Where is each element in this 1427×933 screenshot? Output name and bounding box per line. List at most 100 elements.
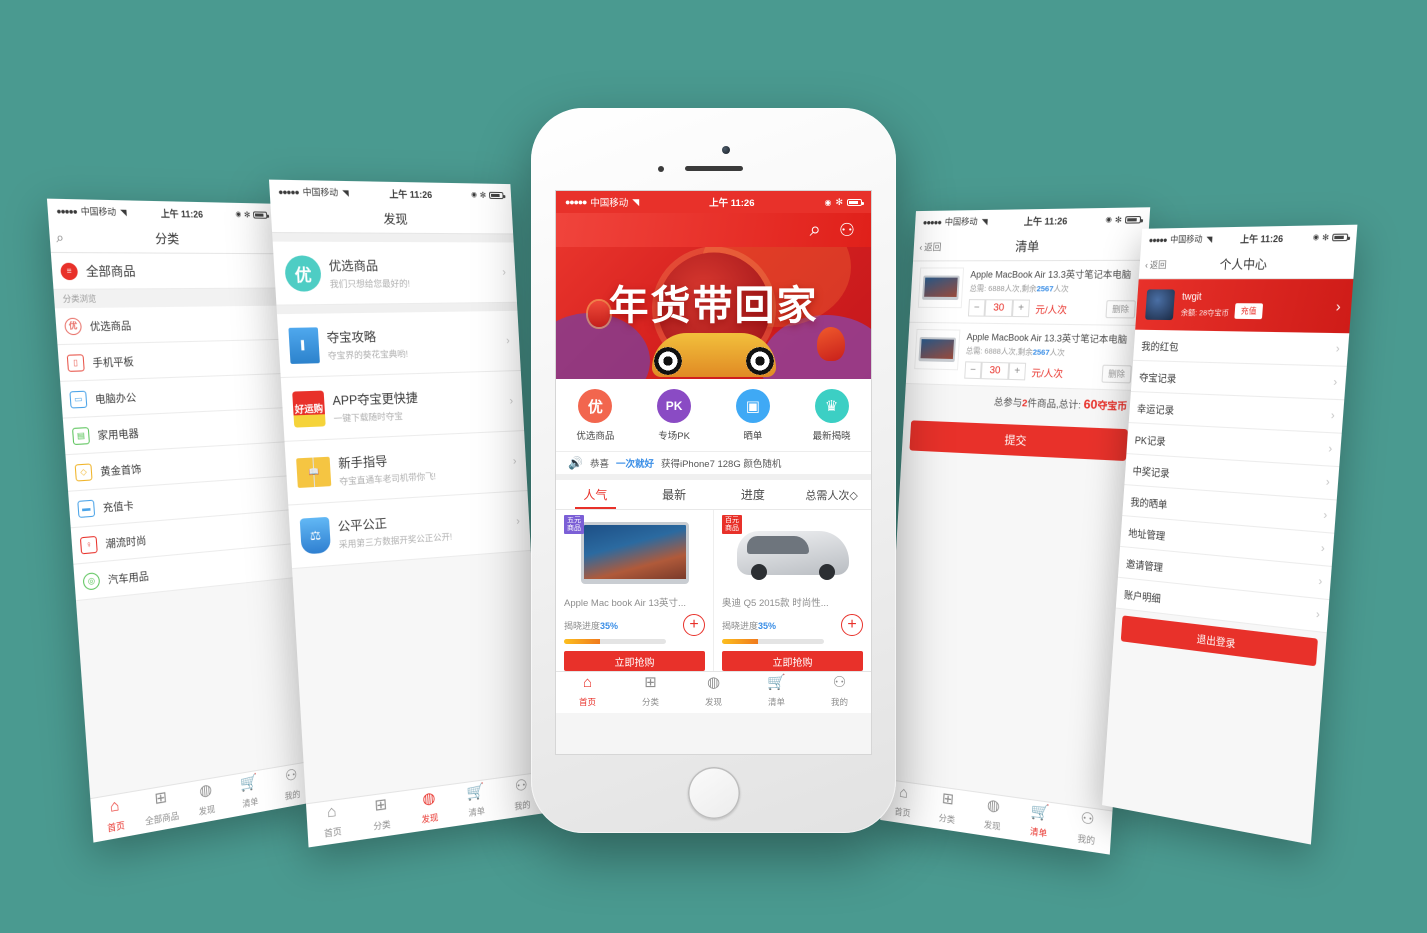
category-item-label: 潮流时尚 bbox=[105, 535, 147, 552]
tab-bar[interactable]: ⌂ 首页 ⊞ 分类 ◍ 发现 🛒 清单 ⚇ 我的 bbox=[556, 671, 871, 713]
chevron-left-icon: ‹ bbox=[919, 241, 923, 252]
product-grid[interactable]: 五元商品 Apple Mac book Air 13英寸... 揭晓进度35% … bbox=[556, 510, 871, 671]
quantity-minus-button[interactable]: − bbox=[967, 299, 986, 317]
submit-button[interactable]: 提交 bbox=[909, 420, 1128, 462]
tabbar-item-mine[interactable]: ⚇ 我的 bbox=[1062, 808, 1113, 852]
home-top-bar: ⌕ ⚇ bbox=[556, 213, 871, 247]
page-title: 清单 bbox=[1014, 239, 1040, 254]
tabbar-item-discover[interactable]: ◍ 发现 bbox=[405, 788, 454, 830]
person-icon[interactable]: ⚇ bbox=[839, 221, 855, 239]
chevron-right-icon: › bbox=[1325, 476, 1331, 490]
phone-screen-category[interactable]: ●●●●● 中国移动 ◥ 上午 11:26 ◉ ✻ ⌕ 分类 ≡ 全部商品 分类… bbox=[46, 198, 314, 843]
tab-total-needed[interactable]: 总需人次◇ bbox=[792, 480, 871, 509]
tabbar-item-category[interactable]: ⊞ 分类 bbox=[356, 794, 407, 837]
avatar bbox=[1145, 289, 1176, 321]
tabbar-item-all[interactable]: ⊞ 全部商品 bbox=[137, 787, 185, 831]
quantity-plus-button[interactable]: + bbox=[1012, 299, 1030, 318]
notice-banner[interactable]: 🔊 恭喜 一次就好 获得iPhone7 128G 颜色随机 bbox=[556, 452, 871, 480]
buy-now-button[interactable]: 立即抢购 bbox=[564, 651, 705, 671]
quick-link-featured[interactable]: 优 优选商品 bbox=[556, 389, 635, 442]
cart-row[interactable]: Apple MacBook Air 13.3英寸笔记本电脑 总需: 6888人次… bbox=[905, 322, 1143, 392]
quantity-value[interactable]: 30 bbox=[984, 299, 1014, 317]
tabbar-item-home[interactable]: ⌂ 首页 bbox=[91, 794, 140, 839]
quantity-value[interactable]: 30 bbox=[980, 361, 1010, 380]
search-icon[interactable]: ⌕ bbox=[55, 229, 64, 246]
laptop-image bbox=[564, 516, 705, 590]
back-button[interactable]: ‹ 返回 bbox=[919, 240, 942, 253]
category-item-0[interactable]: 优 优选商品 bbox=[54, 305, 283, 346]
progress-percent: 35% bbox=[600, 621, 619, 631]
tabbar-item-home[interactable]: ⌂ 首页 bbox=[556, 675, 619, 710]
tabbar-label: 清单 bbox=[241, 796, 259, 810]
tabbar-item-mine[interactable]: ⚇ 我的 bbox=[808, 675, 871, 710]
tabbar-item-category[interactable]: ⊞ 分类 bbox=[619, 675, 682, 710]
tab-popular[interactable]: 人气 bbox=[556, 480, 635, 509]
quick-link-latest[interactable]: ♛ 最新揭晓 bbox=[792, 389, 871, 442]
phone-screen-home[interactable]: ●●●●● 中国移动 ◥ 上午 11:26 ◉ ✻ ⌕ ⚇ 年货带回家 优 优选… bbox=[555, 190, 872, 755]
recharge-button[interactable]: 充值 bbox=[1234, 303, 1264, 320]
delete-button[interactable]: 删除 bbox=[1101, 364, 1132, 384]
home-button[interactable] bbox=[687, 767, 740, 819]
tabbar-label: 发现 bbox=[198, 803, 216, 818]
grid-icon: ⊞ bbox=[373, 795, 388, 815]
phone-screen-profile[interactable]: ●●●●● 中国移动 ◥ 上午 11:26 ◉ ✻ ‹ 返回 个人中心 twgi… bbox=[1102, 224, 1358, 845]
tabbar-item-discover[interactable]: ◍ 发现 bbox=[682, 675, 745, 710]
grid-icon: ⊞ bbox=[941, 789, 955, 809]
quantity-stepper[interactable]: − 30 + 元/人次 删除 bbox=[964, 361, 1132, 384]
product-card[interactable]: 五元商品 Apple Mac book Air 13英寸... 揭晓进度35% … bbox=[556, 510, 714, 671]
cart-icon: 🛒 bbox=[466, 782, 486, 803]
tabbar-item-cart[interactable]: 🛒 清单 bbox=[452, 782, 500, 824]
tab-bar[interactable]: ⌂ 首页 ⊞ 分类 ◍ 发现 🛒 清单 ⚇ 我的 bbox=[880, 778, 1113, 855]
discover-item-2[interactable]: 好运购 APP夺宝更快捷 一键下载随时夺宝 › bbox=[280, 370, 525, 442]
front-camera-icon bbox=[721, 146, 730, 154]
phone-screen-discover[interactable]: ●●●●● 中国移动 ◥ 上午 11:26 ◉ ✻ 发现 优 优选商品 我们只想… bbox=[268, 179, 546, 848]
profile-item-label: PK记录 bbox=[1134, 434, 1166, 448]
quantity-stepper[interactable]: − 30 + 元/人次 删除 bbox=[967, 299, 1136, 319]
tabbar-item-cart[interactable]: 🛒 清单 bbox=[1015, 801, 1064, 844]
tabbar-item-discover[interactable]: ◍ 发现 bbox=[969, 795, 1017, 837]
tabbar-label: 分类 bbox=[938, 812, 956, 826]
search-icon[interactable]: ⌕ bbox=[810, 220, 821, 240]
quantity-minus-button[interactable]: − bbox=[964, 361, 982, 380]
alarm-icon: ◉ bbox=[824, 197, 832, 207]
plus-icon[interactable]: + bbox=[841, 614, 863, 636]
discover-item-4[interactable]: ⚖ 公平公正 采用第三方数据开奖公正公开! › bbox=[288, 491, 531, 570]
cart-row[interactable]: Apple MacBook Air 13.3英寸笔记本电脑 总需: 6888人次… bbox=[909, 260, 1147, 327]
tabbar-item-cart[interactable]: 🛒 清单 bbox=[745, 675, 808, 710]
alarm-icon: ◉ bbox=[470, 191, 478, 199]
carrier-label: 中国移动 bbox=[1169, 233, 1203, 245]
plus-icon[interactable]: + bbox=[683, 614, 705, 636]
tab-progress[interactable]: 进度 bbox=[714, 480, 793, 509]
delete-button[interactable]: 删除 bbox=[1105, 300, 1136, 319]
quantity-plus-button[interactable]: + bbox=[1008, 362, 1027, 381]
discover-item-subtitle: 我们只想给您最好的! bbox=[329, 277, 411, 289]
tabbar-item-category[interactable]: ⊞ 分类 bbox=[924, 788, 971, 830]
product-card[interactable]: 百元商品 奥迪 Q5 2015款 时尚性... 揭晓进度35% + 立即抢购 bbox=[714, 510, 871, 671]
quick-link-showcase[interactable]: ▣ 晒单 bbox=[714, 389, 793, 442]
cart-item-meta: 总需: 6888人次,剩余2567人次 bbox=[966, 345, 1133, 360]
status-bar: ●●●●● 中国移动 ◥ 上午 11:26 ◉ ✻ bbox=[1140, 224, 1358, 252]
quick-link-pk[interactable]: PK 专场PK bbox=[635, 389, 714, 442]
laptop-image bbox=[917, 267, 965, 309]
tabbar-label: 我的 bbox=[830, 697, 848, 707]
discover-item-0[interactable]: 优 优选商品 我们只想给您最好的! › bbox=[272, 241, 517, 306]
tab-newest[interactable]: 最新 bbox=[635, 480, 714, 509]
discover-item-1[interactable]: ▌ 夺宝攻略 夺宝界的葵花宝典哟! › bbox=[276, 310, 521, 379]
signal-dots-icon: ●●●●● bbox=[922, 217, 942, 227]
back-button[interactable]: ‹ 返回 bbox=[1145, 258, 1167, 271]
diamond-icon: ◇ bbox=[74, 462, 93, 482]
category-all-products[interactable]: ≡ 全部商品 bbox=[50, 252, 280, 290]
promo-banner[interactable]: 年货带回家 bbox=[556, 247, 871, 379]
sort-tabs[interactable]: 人气 最新 进度 总需人次◇ bbox=[556, 480, 871, 510]
tabbar-item-cart[interactable]: 🛒 清单 bbox=[227, 772, 272, 815]
tabbar-item-discover[interactable]: ◍ 发现 bbox=[183, 779, 230, 822]
tabbar-item-home[interactable]: ⌂ 首页 bbox=[306, 801, 358, 845]
battery-icon bbox=[1124, 215, 1142, 224]
buy-now-button[interactable]: 立即抢购 bbox=[722, 651, 863, 671]
tab-bar[interactable]: ⌂ 首页 ⊞ 全部商品 ◍ 发现 🛒 清单 ⚇ 我的 bbox=[90, 760, 314, 843]
tab-bar[interactable]: ⌂ 首页 ⊞ 分类 ◍ 发现 🛒 清单 ⚇ 我的 bbox=[305, 771, 546, 848]
profile-header[interactable]: twgit 余额: 28夺宝币 充值 › bbox=[1135, 279, 1354, 334]
appliance-icon: ▤ bbox=[71, 426, 90, 445]
quick-links[interactable]: 优 优选商品 PK 专场PK ▣ 晒单 ♛ 最新揭晓 bbox=[556, 379, 871, 452]
chevron-right-icon: › bbox=[501, 266, 507, 279]
